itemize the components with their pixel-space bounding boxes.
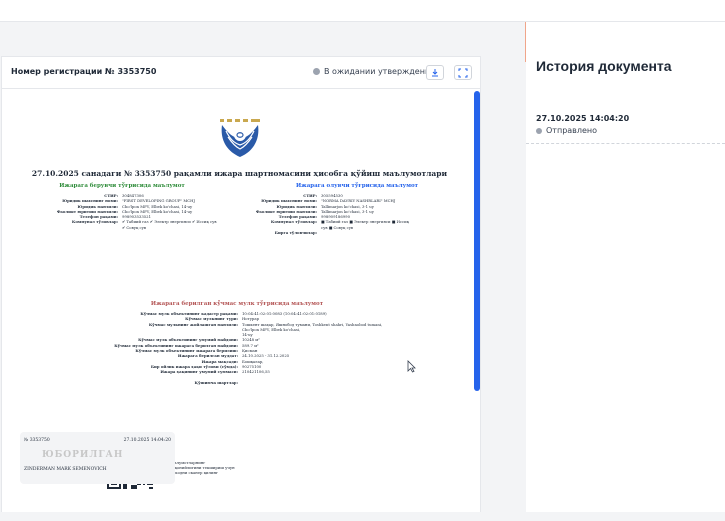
field-label: Коммунал тўловлар: [71,219,118,225]
signature-reg-number: № 3353750 [24,438,50,443]
status-label: В ожидании утверждения [324,67,435,76]
history-entry-date: 27.10.2025 14:04:20 [536,114,630,123]
status-dot-icon [313,68,320,75]
registration-title: Номер регистрации № 3353750 [11,67,157,76]
property-section-title: Ижарага берилган кўчмас мулк тўғрисида м… [150,301,324,307]
lessor-section-title: Ижарага берувчи тўғрисида маълумот [59,183,185,189]
document-title: 27.10.2025 санадаги № 3353750 рақамли иж… [31,169,448,178]
history-separator [526,143,725,144]
scrollbar[interactable] [474,91,480,511]
signature-stamp: ЮБОРИЛГАН [42,450,124,460]
qr-instructions: Маълумотларнинг ҳаққонийлигини текшириш … [168,460,235,475]
history-panel: История документа 27.10.2025 14:04:20 От… [526,22,725,512]
status-dot-icon [536,127,542,134]
top-bar [0,0,725,22]
download-icon [432,68,438,76]
field-label: Бирга тўловчилар: [274,230,317,236]
signature-block: № 3353750 27.10.2025 14:04:20 ЮБОРИЛГАН … [20,432,175,484]
kv-row: Ижара ҳақининг умумий суммаси: 210421106,… [72,369,392,374]
field-label: Коммунал тўловлар: [270,219,317,225]
history-entry-status-label: Отправлено [546,126,598,135]
lessee-info: СТИР: 305594530 Юридик шахснинг номи: "NOR… [237,193,462,235]
expand-icon [458,68,468,77]
emblem-icon [220,119,260,157]
property-info: Кўчмас мулк объектининг кадастр рақами: 1… [72,311,392,385]
lessee-section-title: Ижарага олувчи тўғрисида маълумот [295,183,419,189]
qr-instructions-line: QR-кодни скaнер қилинг [168,470,218,475]
field-label: Кўчмас мулкнинг жойлашган манзили: [148,321,238,327]
field-value: сув ■ Совуқ сув [321,224,354,230]
kv-row: ✔ Совуқ сув [32,225,242,230]
kv-row: Кўчмас мулкнинг жойлашган манзили: Тошкен… [72,322,392,333]
signer-name: ZINDERMAN MARK SEMENOVICH [24,467,107,472]
lessor-info: СТИР: 304847306 Юридик шахснинг номи: "FIR… [32,193,242,230]
kv-row: Бирга тўловчилар: [237,230,462,235]
signature-timestamp: 27.10.2025 14:04:20 [123,438,171,443]
scrollbar-thumb[interactable] [474,91,480,391]
history-entry-status: Отправлено [536,126,597,135]
history-title: История документа [536,58,672,74]
field-label: Қўшимча шартлар: [194,379,238,385]
download-button[interactable] [426,65,444,80]
status-badge: В ожидании утверждения [313,67,435,76]
document-header: Номер регистрации № 3353750 В ожидании у… [2,57,480,89]
mouse-cursor-icon [407,360,416,373]
field-value: 210421106,55 [242,369,270,375]
field-value: ✔ Совуқ сув [122,224,146,230]
expand-button[interactable] [454,65,472,80]
kv-row: Қўшимча шартлар: [72,380,392,385]
field-label: Ижара ҳақининг умумий суммаси: [160,369,238,375]
field-value: Тошкент шаҳар, Яшнобод тумани, Toshkent … [242,321,383,332]
